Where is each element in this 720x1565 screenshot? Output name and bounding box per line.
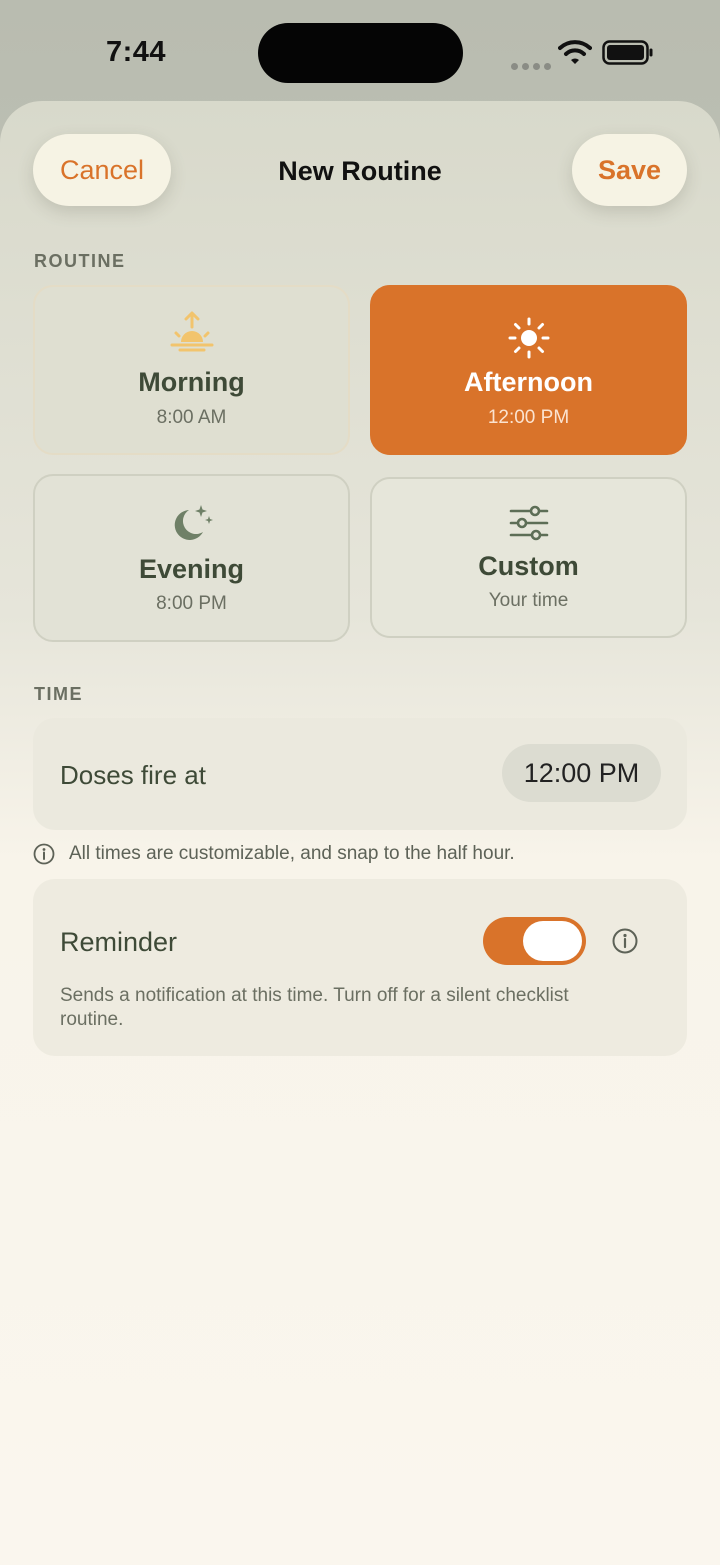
info-icon bbox=[33, 843, 55, 865]
moon-stars-icon bbox=[35, 502, 348, 546]
hint-text: All times are customizable, and snap to … bbox=[69, 843, 515, 864]
routine-option-time: 8:00 AM bbox=[156, 407, 227, 428]
routine-option-afternoon[interactable]: Afternoon 12:00 PM bbox=[370, 285, 687, 455]
time-hint: All times are customizable, and snap to … bbox=[33, 843, 515, 865]
sliders-icon bbox=[372, 505, 685, 541]
new-routine-sheet: Cancel New Routine Save ROUTINE Morning … bbox=[0, 101, 720, 1565]
status-time: 7:44 bbox=[106, 36, 167, 68]
time-picker-button[interactable]: 12:00 PM bbox=[502, 744, 661, 802]
reminder-description: Sends a notification at this time. Turn … bbox=[60, 985, 569, 1030]
routine-option-title: Custom bbox=[478, 551, 579, 581]
time-row: Doses fire at 12:00 PM bbox=[33, 718, 687, 830]
routine-option-evening[interactable]: Evening 8:00 PM bbox=[33, 474, 350, 642]
routine-option-custom[interactable]: Custom Your time bbox=[370, 477, 687, 638]
save-button[interactable]: Save bbox=[572, 134, 687, 206]
sun-icon bbox=[372, 317, 685, 359]
routine-option-title: Afternoon bbox=[464, 367, 593, 397]
battery-icon bbox=[602, 40, 653, 65]
info-icon[interactable] bbox=[612, 928, 638, 954]
routine-option-morning[interactable]: Morning 8:00 AM bbox=[33, 285, 350, 455]
status-bar: 7:44 bbox=[0, 0, 720, 100]
reminder-label: Reminder bbox=[60, 927, 178, 957]
reminder-toggle[interactable] bbox=[483, 917, 586, 965]
toggle-knob bbox=[523, 921, 582, 961]
routine-option-title: Morning bbox=[138, 367, 245, 397]
doses-fire-at-label: Doses fire at bbox=[60, 760, 206, 790]
routine-section-label: ROUTINE bbox=[34, 251, 126, 271]
routine-option-title: Evening bbox=[138, 554, 245, 584]
routine-option-time: Your time bbox=[488, 590, 569, 611]
wifi-icon bbox=[558, 40, 592, 64]
routine-option-time: 12:00 PM bbox=[487, 407, 570, 428]
routine-option-time: 8:00 PM bbox=[156, 593, 227, 614]
reminder-panel: Reminder Sends a notification at this ti… bbox=[33, 879, 687, 1056]
cellular-signal-icon bbox=[511, 57, 555, 75]
sunrise-icon bbox=[35, 311, 348, 353]
time-section-label: TIME bbox=[34, 684, 83, 704]
dynamic-island bbox=[258, 23, 463, 83]
